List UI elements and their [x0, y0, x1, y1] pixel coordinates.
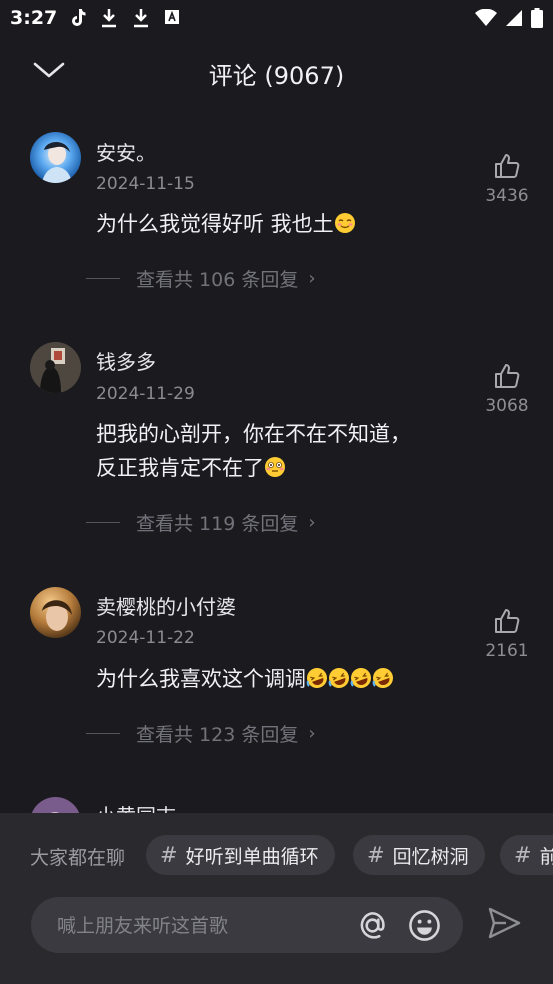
- comments-header: 评论 (9067): [0, 44, 553, 100]
- trending-topics: 大家都在聊 # 好听到单曲循环 # 回忆树洞 # 前: [0, 835, 553, 875]
- chevron-right-icon: ›: [308, 268, 316, 289]
- replies-label: 查看共 123 条回复: [136, 724, 299, 746]
- rofl-emoji-icon: [306, 668, 327, 688]
- divider: [86, 278, 120, 279]
- thumbs-up-icon: [495, 609, 520, 634]
- signal-icon: [506, 10, 522, 26]
- download-icon: [134, 9, 148, 28]
- comment-date: 2024-11-29: [96, 384, 195, 404]
- divider: [86, 733, 120, 734]
- comment-input[interactable]: [55, 897, 349, 955]
- like-button[interactable]: 3068: [480, 362, 534, 416]
- topic-chip[interactable]: # 前: [500, 835, 553, 875]
- like-count: 3068: [485, 396, 529, 416]
- like-count: 2161: [485, 641, 529, 661]
- hashtag-icon: #: [160, 843, 178, 867]
- comment-text-content: 为什么我觉得好听 我也土: [96, 212, 334, 236]
- thumbs-up-icon: [495, 364, 520, 389]
- comment-date: 2024-11-22: [96, 628, 195, 648]
- avatar[interactable]: [30, 342, 81, 393]
- hashtag-icon: #: [514, 843, 532, 867]
- topic-chip-label: 前: [539, 845, 553, 868]
- download-icon: [102, 9, 116, 28]
- mention-icon[interactable]: [356, 909, 389, 942]
- topics-label: 大家都在聊: [30, 847, 126, 869]
- comment-text-content: 为什么我喜欢这个调调: [96, 667, 306, 691]
- chevron-right-icon: ›: [308, 723, 316, 744]
- send-icon[interactable]: [486, 905, 522, 941]
- divider: [86, 522, 120, 523]
- replies-label: 查看共 119 条回复: [136, 513, 299, 535]
- comment-text: 为什么我喜欢这个调调: [96, 662, 476, 696]
- hashtag-icon: #: [367, 843, 385, 867]
- topic-chip[interactable]: # 好听到单曲循环: [146, 835, 335, 875]
- avatar[interactable]: [30, 132, 81, 183]
- topic-chip-label: 好听到单曲循环: [185, 845, 319, 868]
- comment-author[interactable]: 钱多多: [96, 346, 156, 375]
- like-button[interactable]: 3436: [480, 152, 534, 206]
- topic-chip[interactable]: # 回忆树洞: [353, 835, 485, 875]
- notification-icons: [70, 8, 180, 28]
- relieved-emoji-icon: [334, 213, 355, 233]
- battery-icon: [531, 8, 543, 28]
- rofl-emoji-icon: [350, 668, 371, 688]
- flushed-emoji-icon: [265, 457, 285, 477]
- system-icons: [475, 8, 543, 28]
- like-count: 3436: [485, 186, 529, 206]
- wifi-icon: [475, 9, 497, 26]
- like-button[interactable]: 2161: [480, 607, 534, 661]
- bottom-panel: 大家都在聊 # 好听到单曲循环 # 回忆树洞 # 前: [0, 813, 553, 984]
- topic-chip-label: 回忆树洞: [392, 845, 469, 868]
- view-replies-link[interactable]: 查看共 123 条回复 ›: [86, 720, 316, 747]
- view-replies-link[interactable]: 查看共 106 条回复 ›: [86, 265, 316, 292]
- status-time: 3:27: [10, 7, 58, 29]
- emoji-icon[interactable]: [408, 909, 441, 942]
- status-bar: 3:27: [0, 0, 553, 36]
- comment-text-line: 把我的心剖开，你在不在不知道，: [96, 422, 411, 446]
- comment-author[interactable]: 安安。: [96, 137, 156, 166]
- app-badge-icon: [165, 10, 179, 24]
- replies-label: 查看共 106 条回复: [136, 269, 299, 291]
- tiktok-icon: [72, 9, 86, 26]
- comment-text: 为什么我觉得好听 我也土: [96, 207, 476, 241]
- comment-date: 2024-11-15: [96, 174, 195, 194]
- view-replies-link[interactable]: 查看共 119 条回复 ›: [86, 509, 316, 536]
- comment-input-bar: [31, 897, 463, 955]
- rofl-emoji-icon: [372, 668, 393, 688]
- comment-author[interactable]: 卖樱桃的小付婆: [96, 591, 236, 620]
- comment-text: 把我的心剖开，你在不在不知道， 反正我肯定不在了: [96, 417, 476, 485]
- thumbs-up-icon: [495, 154, 520, 179]
- page-title: 评论 (9067): [208, 62, 345, 90]
- avatar[interactable]: [30, 587, 81, 638]
- rofl-emoji-icon: [328, 668, 349, 688]
- comment-text-line: 反正我肯定不在了: [96, 456, 264, 480]
- chevron-right-icon: ›: [308, 512, 316, 533]
